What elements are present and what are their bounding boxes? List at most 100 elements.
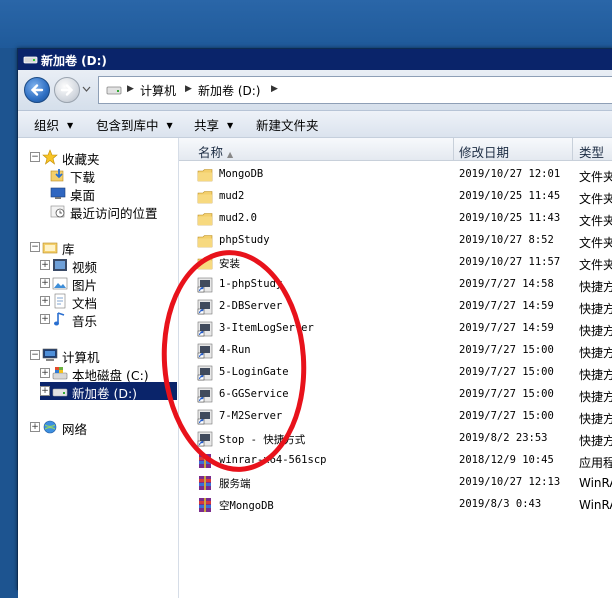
file-row[interactable]: 1-phpStudy 2019/7/27 14:58 快捷方式 (179, 274, 612, 296)
share-button[interactable]: 共享 ▼ (194, 115, 233, 134)
chevron-right-icon[interactable]: ▶ (127, 84, 134, 94)
file-name[interactable]: 4-Run (219, 344, 251, 356)
collapse-icon[interactable]: − (30, 350, 40, 360)
file-name[interactable]: mud2.0 (219, 212, 257, 224)
address-box[interactable]: ▶ 计算机 ▶ 新加卷 (D:) ▶ (98, 76, 612, 104)
file-name[interactable]: 6-GGService (219, 388, 289, 400)
file-name[interactable]: mud2 (219, 190, 244, 202)
file-row[interactable]: 2-DBServer 2019/7/27 14:59 快捷方式 (179, 296, 612, 318)
file-name[interactable]: 安装 (219, 256, 240, 271)
file-type: 文件夹 (579, 258, 612, 272)
file-row[interactable]: 7-M2Server 2019/7/27 15:00 快捷方式 (179, 406, 612, 428)
nav-documents[interactable]: + 文档 (40, 292, 170, 311)
file-name[interactable]: 3-ItemLogServer (219, 322, 314, 334)
file-date: 2019/10/25 11:45 (459, 190, 561, 202)
nav-computer[interactable]: − 计算机 (30, 346, 170, 365)
file-type: 文件夹 (579, 192, 612, 206)
file-name[interactable]: 1-phpStudy (219, 278, 282, 290)
file-row[interactable]: MongoDB 2019/10/27 12:01 文件夹 (179, 164, 612, 186)
dropdown-arrow-icon: ▼ (227, 121, 234, 130)
nav-recent-places[interactable]: 最近访问的位置 (50, 202, 175, 221)
file-name[interactable]: 7-M2Server (219, 410, 282, 422)
nav-desktop[interactable]: 桌面 (50, 184, 170, 203)
file-row[interactable]: Stop - 快捷方式 2019/8/2 23:53 快捷方式 (179, 428, 612, 450)
arrow-left-icon (30, 84, 44, 96)
expand-icon[interactable]: + (40, 314, 50, 324)
expand-icon[interactable]: + (30, 422, 40, 432)
folder-icon (197, 257, 213, 270)
nav-label: 最近访问的位置 (70, 206, 158, 221)
file-type: 应用程序 (579, 456, 612, 470)
organize-button[interactable]: 组织 ▼ (34, 115, 73, 134)
nav-label: 音乐 (72, 314, 98, 329)
collapse-icon[interactable]: − (30, 242, 40, 252)
file-row[interactable]: mud2.0 2019/10/25 11:43 文件夹 (179, 208, 612, 230)
back-button[interactable] (24, 77, 50, 103)
folder-icon (197, 191, 213, 204)
file-row[interactable]: 空MongoDB 2019/8/3 0:43 WinRAR (179, 494, 612, 516)
file-row[interactable]: 6-GGService 2019/7/27 15:00 快捷方式 (179, 384, 612, 406)
column-header-type[interactable]: 类型 (579, 142, 604, 161)
file-name[interactable]: 2-DBServer (219, 300, 282, 312)
file-row[interactable]: 4-Run 2019/7/27 15:00 快捷方式 (179, 340, 612, 362)
file-date: 2019/10/27 12:01 (459, 168, 561, 180)
desktop-background (0, 0, 612, 48)
file-name[interactable]: winrar-x64-561scp (219, 454, 326, 466)
breadcrumb-drive-d[interactable]: 新加卷 (D:) (198, 82, 260, 99)
file-type: 快捷方式 (579, 412, 612, 426)
file-type: 快捷方式 (579, 434, 612, 448)
chevron-right-icon[interactable]: ▶ (185, 84, 192, 94)
chevron-right-icon[interactable]: ▶ (271, 84, 278, 94)
nav-videos[interactable]: + 视频 (40, 256, 170, 275)
breadcrumb-computer[interactable]: 计算机 (140, 82, 176, 99)
file-row[interactable]: 服务端 2019/10/27 12:13 WinRAR (179, 472, 612, 494)
collapse-icon[interactable]: − (30, 152, 40, 162)
file-type: 快捷方式 (579, 346, 612, 360)
nav-libraries[interactable]: − 库 (30, 238, 170, 257)
expand-icon[interactable]: + (40, 260, 50, 270)
music-note-icon (54, 312, 65, 326)
file-row[interactable]: mud2 2019/10/25 11:45 文件夹 (179, 186, 612, 208)
file-name[interactable]: Stop - 快捷方式 (219, 432, 305, 447)
nav-pictures[interactable]: + 图片 (40, 274, 170, 293)
file-list: 名称 ▲ 修改日期 类型 MongoDB 2019/10/27 12:01 文件夹 m… (179, 138, 612, 598)
nav-favorites[interactable]: − 收藏夹 (30, 148, 170, 167)
file-date: 2019/7/27 15:00 (459, 410, 554, 422)
include-in-library-button[interactable]: 包含到库中 ▼ (96, 115, 173, 134)
shortcut-icon (197, 299, 213, 315)
history-dropdown-icon[interactable] (82, 84, 91, 93)
file-name[interactable]: MongoDB (219, 168, 263, 180)
file-row[interactable]: phpStudy 2019/10/27 8:52 文件夹 (179, 230, 612, 252)
column-header-date[interactable]: 修改日期 (459, 142, 509, 161)
expand-icon[interactable]: + (40, 296, 50, 306)
column-separator[interactable] (572, 138, 573, 160)
shortcut-icon (197, 321, 213, 337)
winrar-icon (199, 498, 211, 512)
nav-music[interactable]: + 音乐 (40, 310, 170, 329)
downloads-folder-icon (50, 169, 64, 182)
expand-icon[interactable]: + (40, 368, 50, 378)
winrar-icon (199, 454, 211, 468)
file-row[interactable]: 安装 2019/10/27 11:57 文件夹 (179, 252, 612, 274)
file-row[interactable]: 3-ItemLogServer 2019/7/27 14:59 快捷方式 (179, 318, 612, 340)
file-name[interactable]: 5-LoginGate (219, 366, 289, 378)
nav-local-disk-c[interactable]: + 本地磁盘 (C:) (40, 364, 175, 383)
column-header-name[interactable]: 名称 ▲ (198, 142, 233, 161)
file-name[interactable]: 空MongoDB (219, 498, 274, 513)
forward-button[interactable] (54, 77, 80, 103)
new-folder-button[interactable]: 新建文件夹 (256, 115, 319, 134)
nav-downloads[interactable]: 下载 (50, 166, 170, 185)
file-row[interactable]: winrar-x64-561scp 2018/12/9 10:45 应用程序 (179, 450, 612, 472)
expand-icon[interactable]: + (40, 278, 50, 288)
file-type: 快捷方式 (579, 368, 612, 382)
file-name[interactable]: 服务端 (219, 476, 251, 491)
file-name[interactable]: phpStudy (219, 234, 270, 246)
column-separator[interactable] (453, 138, 454, 160)
file-type: 快捷方式 (579, 302, 612, 316)
nav-network[interactable]: + 网络 (30, 418, 170, 437)
expand-icon[interactable]: + (40, 386, 50, 396)
title-bar[interactable]: 新加卷 (D:) (18, 49, 612, 70)
file-row[interactable]: 5-LoginGate 2019/7/27 15:00 快捷方式 (179, 362, 612, 384)
drive-icon (52, 388, 68, 397)
nav-new-volume-d[interactable]: + 新加卷 (D:) (40, 382, 177, 401)
